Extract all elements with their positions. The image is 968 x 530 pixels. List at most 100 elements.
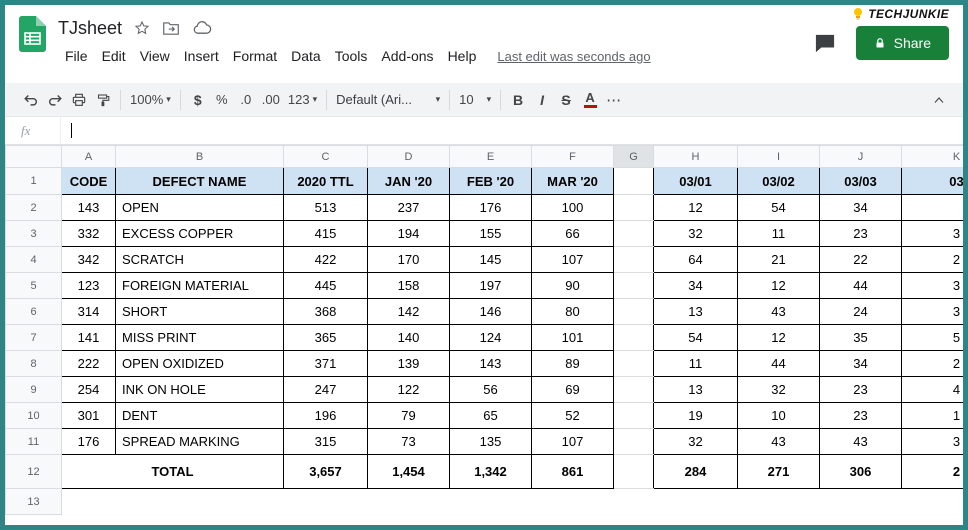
cell-F6[interactable]: 80 (532, 299, 614, 325)
column-header-J[interactable]: J (820, 146, 902, 168)
cell-H13[interactable] (654, 489, 738, 515)
cell-F5[interactable]: 90 (532, 273, 614, 299)
menu-format[interactable]: Format (226, 45, 284, 67)
cell-E6[interactable]: 146 (450, 299, 532, 325)
row-header-4[interactable]: 4 (6, 247, 62, 273)
cell-F8[interactable]: 89 (532, 351, 614, 377)
column-header-B[interactable]: B (116, 146, 284, 168)
menu-data[interactable]: Data (284, 45, 328, 67)
row-header-9[interactable]: 9 (6, 377, 62, 403)
last-edit-link[interactable]: Last edit was seconds ago (497, 49, 650, 64)
cell-I5[interactable]: 12 (738, 273, 820, 299)
undo-button[interactable] (19, 87, 43, 113)
select-all-button[interactable] (6, 146, 62, 168)
cell-C8[interactable]: 371 (284, 351, 368, 377)
cell-G12[interactable] (614, 455, 654, 489)
cell-G7[interactable] (614, 325, 654, 351)
row-header-2[interactable]: 2 (6, 195, 62, 221)
cell-D6[interactable]: 142 (368, 299, 450, 325)
cell-F9[interactable]: 69 (532, 377, 614, 403)
cell-H6[interactable]: 13 (654, 299, 738, 325)
column-header-K[interactable]: K (902, 146, 964, 168)
cell-G5[interactable] (614, 273, 654, 299)
cell-C9[interactable]: 247 (284, 377, 368, 403)
menu-help[interactable]: Help (441, 45, 484, 67)
cell-F11[interactable]: 107 (532, 429, 614, 455)
sheets-logo-icon[interactable] (19, 16, 46, 52)
menu-file[interactable]: File (58, 45, 95, 67)
cell-I6[interactable]: 43 (738, 299, 820, 325)
cell-E12[interactable]: 1,342 (450, 455, 532, 489)
menu-view[interactable]: View (133, 45, 177, 67)
cell-A5[interactable]: 123 (62, 273, 116, 299)
cell-H3[interactable]: 32 (654, 221, 738, 247)
cell-F1[interactable]: MAR '20 (532, 168, 614, 195)
decrease-decimal-button[interactable]: .0 (234, 87, 258, 113)
cell-D2[interactable]: 237 (368, 195, 450, 221)
cell-B9[interactable]: INK ON HOLE (116, 377, 284, 403)
number-format-button[interactable]: 123▾ (284, 87, 321, 113)
cell-H10[interactable]: 19 (654, 403, 738, 429)
cell-D1[interactable]: JAN '20 (368, 168, 450, 195)
cell-E11[interactable]: 135 (450, 429, 532, 455)
share-button[interactable]: Share (856, 26, 949, 60)
row-header-8[interactable]: 8 (6, 351, 62, 377)
cell-I13[interactable] (738, 489, 820, 515)
cell-C5[interactable]: 445 (284, 273, 368, 299)
cell-I10[interactable]: 10 (738, 403, 820, 429)
cell-K11[interactable]: 3 (902, 429, 964, 455)
column-header-G[interactable]: G (614, 146, 654, 168)
cell-H7[interactable]: 54 (654, 325, 738, 351)
cell-H9[interactable]: 13 (654, 377, 738, 403)
cell-F4[interactable]: 107 (532, 247, 614, 273)
cloud-status-icon[interactable] (192, 20, 212, 36)
cell-E1[interactable]: FEB '20 (450, 168, 532, 195)
more-options-button[interactable]: ⋯ (602, 87, 626, 113)
cell-G13[interactable] (614, 489, 654, 515)
cell-G4[interactable] (614, 247, 654, 273)
cell-J12[interactable]: 306 (820, 455, 902, 489)
cell-B2[interactable]: OPEN (116, 195, 284, 221)
cell-A8[interactable]: 222 (62, 351, 116, 377)
cell-G9[interactable] (614, 377, 654, 403)
paint-format-button[interactable] (91, 87, 115, 113)
zoom-select[interactable]: 100%▾ (126, 87, 175, 113)
cell-F7[interactable]: 101 (532, 325, 614, 351)
hide-menus-button[interactable] (927, 87, 951, 113)
column-header-A[interactable]: A (62, 146, 116, 168)
cell-C7[interactable]: 365 (284, 325, 368, 351)
font-family-select[interactable]: Default (Ari...▾ (332, 87, 444, 113)
cell-D13[interactable] (368, 489, 450, 515)
cell-E3[interactable]: 155 (450, 221, 532, 247)
row-header-1[interactable]: 1 (6, 168, 62, 195)
cell-A7[interactable]: 141 (62, 325, 116, 351)
cell-B3[interactable]: EXCESS COPPER (116, 221, 284, 247)
cell-B8[interactable]: OPEN OXIDIZED (116, 351, 284, 377)
cell-G8[interactable] (614, 351, 654, 377)
comment-icon[interactable] (814, 33, 836, 53)
star-icon[interactable] (134, 20, 150, 36)
row-header-10[interactable]: 10 (6, 403, 62, 429)
cell-K7[interactable]: 5 (902, 325, 964, 351)
cell-C2[interactable]: 513 (284, 195, 368, 221)
cell-B1[interactable]: DEFECT NAME (116, 168, 284, 195)
format-percent-button[interactable]: % (210, 87, 234, 113)
cell-K4[interactable]: 2 (902, 247, 964, 273)
column-header-D[interactable]: D (368, 146, 450, 168)
cell-J9[interactable]: 23 (820, 377, 902, 403)
cell-E2[interactable]: 176 (450, 195, 532, 221)
formula-input[interactable] (61, 117, 963, 144)
cell-C13[interactable] (284, 489, 368, 515)
row-header-13[interactable]: 13 (6, 489, 62, 515)
cell-H2[interactable]: 12 (654, 195, 738, 221)
format-currency-button[interactable]: $ (186, 87, 210, 113)
column-header-F[interactable]: F (532, 146, 614, 168)
column-header-E[interactable]: E (450, 146, 532, 168)
row-header-12[interactable]: 12 (6, 455, 62, 489)
cell-J11[interactable]: 43 (820, 429, 902, 455)
cell-B13[interactable] (116, 489, 284, 515)
cell-J13[interactable] (820, 489, 902, 515)
cell-D4[interactable]: 170 (368, 247, 450, 273)
cell-A13[interactable] (62, 489, 116, 515)
cell-I4[interactable]: 21 (738, 247, 820, 273)
